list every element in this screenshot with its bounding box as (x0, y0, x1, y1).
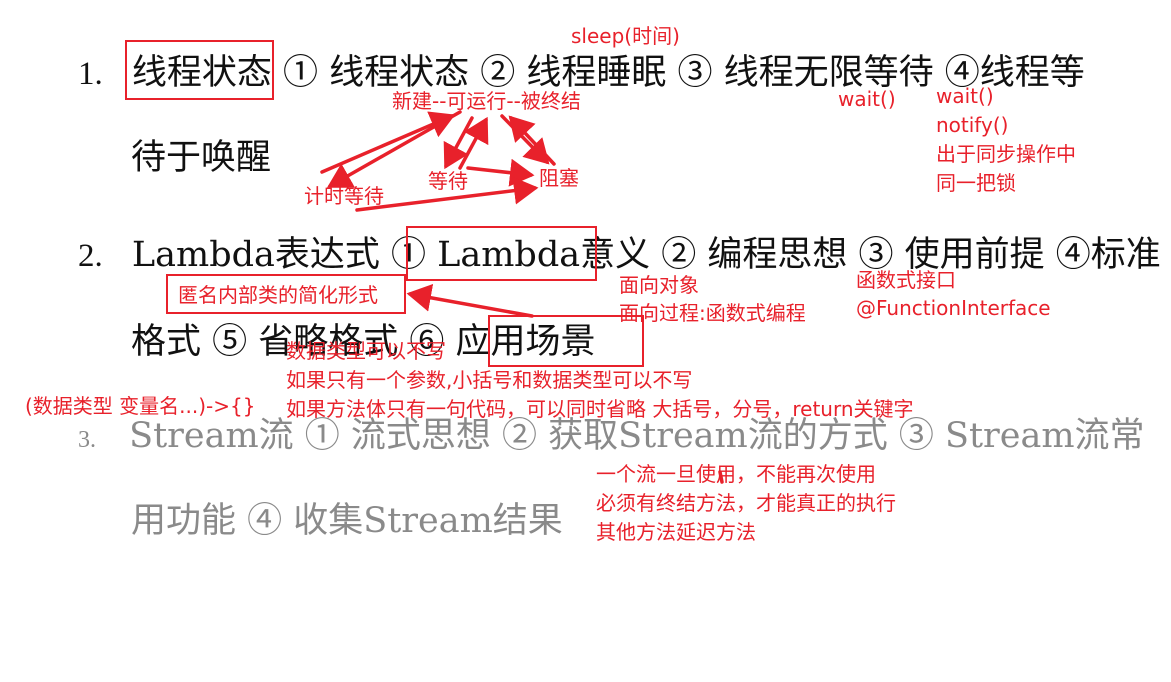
arrow-waiting-to-blocked (466, 158, 535, 187)
arrow-use-case-to-anonymous (406, 283, 534, 318)
arrow-runnable-to-waiting (443, 116, 474, 170)
arrow-waiting-to-runnable (458, 116, 489, 170)
annotation-arrows (320, 110, 724, 484)
arrow-blocked-to-runnable (508, 115, 556, 166)
arrow-timed-to-runnable (320, 111, 456, 174)
arrow-runnable-to-blocked (500, 114, 550, 165)
arrow-timed-to-blocked (355, 176, 539, 212)
arrow-stream-note (718, 470, 724, 484)
arrow-runnable-to-timed (326, 110, 462, 188)
